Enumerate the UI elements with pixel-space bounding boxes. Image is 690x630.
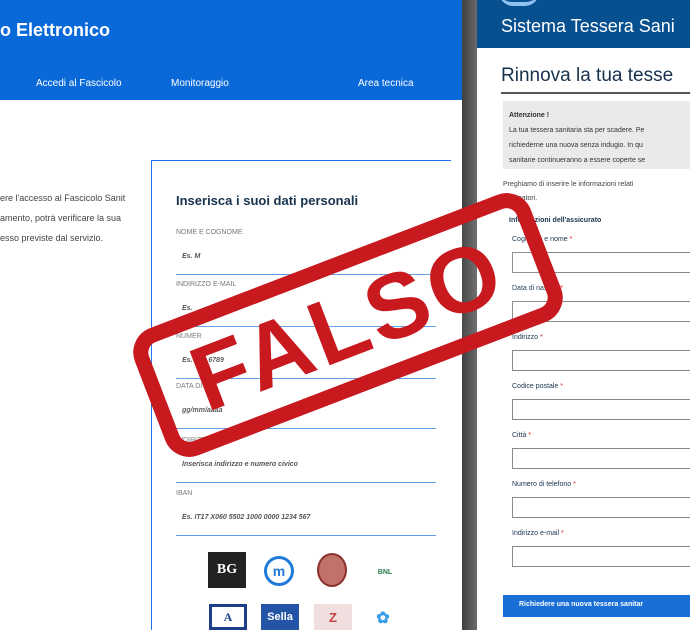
field-placeholder: Es. [182, 305, 193, 312]
bank-logo-a: A [209, 604, 247, 630]
label-text: Codice postale [512, 383, 559, 390]
phone-input[interactable] [512, 497, 690, 518]
warning-alert: Attenzione ! La tua tessera sanitaria st… [503, 101, 690, 169]
label-text: Numero di telefono [512, 481, 572, 488]
iban-field[interactable]: IBAN Es. IT17 X060 5502 1000 0000 1234 5… [176, 490, 436, 536]
required-marker: * [573, 481, 576, 488]
postal-code-input[interactable] [512, 399, 690, 420]
form-title: Inserisca i suoi dati personali [176, 193, 359, 208]
required-marker: * [560, 383, 563, 390]
left-header-bar: o Elettronico Accedi al Fascicolo Monito… [0, 0, 462, 100]
bank-logo-m: m [264, 556, 294, 586]
bank-logo-z: Z [314, 604, 352, 630]
intro-line: ere l'accesso al Fascicolo Sanit [0, 193, 126, 203]
address-input[interactable] [512, 350, 690, 371]
required-marker: * [561, 530, 564, 537]
title-underline [501, 92, 690, 94]
bank-logo-sella: Sella [261, 604, 299, 630]
email-label: Indirizzo e-mail * [512, 530, 564, 537]
note-line: Preghiamo di inserire le informazioni re… [503, 181, 634, 188]
bank-logo-seal [317, 553, 347, 587]
nav-accedi-fascicolo[interactable]: Accedi al Fascicolo [36, 78, 122, 89]
city-label: Città * [512, 432, 531, 439]
label-text: Indirizzo e-mail [512, 530, 560, 537]
intro-text: ere l'accesso al Fascicolo Sanit amento,… [0, 188, 142, 248]
nav-area-tecnica[interactable]: Area tecnica [358, 78, 414, 89]
alert-line: sanitarie continueranno a essere coperte… [509, 157, 646, 164]
field-placeholder: Es. IT17 X060 5502 1000 0000 1234 567 [182, 514, 311, 521]
right-app-title: Sistema Tessera Sani [501, 16, 675, 36]
request-new-card-button[interactable]: Richiedere una nuova tessera sanitar [503, 595, 690, 617]
intro-line: esso previste dal servizio. [0, 233, 104, 243]
alert-line: La tua tessera sanitaria sta per scadere… [509, 127, 645, 134]
phone-label: Numero di telefono * [512, 481, 576, 488]
page-title: Rinnova la tua tesse [501, 65, 674, 86]
header-logo-icon [499, 0, 539, 6]
bank-logo-flower: ✿ [376, 610, 390, 627]
email-input[interactable] [512, 546, 690, 567]
label-text: Città [512, 432, 527, 439]
nav-monitoraggio[interactable]: Monitoraggio [171, 78, 229, 89]
label-text: Indirizzo [512, 334, 539, 341]
alert-line: richiederne una nuova senza indugio. In … [509, 142, 643, 149]
bank-logo-bnl: BNL [377, 568, 393, 576]
city-input[interactable] [512, 448, 690, 469]
field-label: NOME E COGNOME [176, 229, 243, 236]
required-marker: * [528, 432, 532, 439]
intro-line: amento, potrà verificare la sua [0, 213, 122, 223]
address-label: Indirizzo * [512, 334, 543, 341]
field-placeholder: Inserisca indirizzo e numero civico [182, 461, 298, 468]
field-label: IBAN [176, 490, 193, 497]
left-app-title: o Elettronico [0, 20, 111, 40]
field-label: INDIRIZZO E-MAIL [176, 281, 237, 288]
right-header-bar: Sistema Tessera Sani [477, 0, 690, 48]
postal-code-label: Codice postale * [512, 383, 563, 390]
bank-logo-bg: BG [208, 552, 246, 588]
required-marker: * [569, 236, 573, 243]
field-placeholder: Es. M [182, 253, 201, 260]
alert-title: Attenzione ! [509, 112, 550, 119]
required-marker: * [540, 334, 543, 341]
